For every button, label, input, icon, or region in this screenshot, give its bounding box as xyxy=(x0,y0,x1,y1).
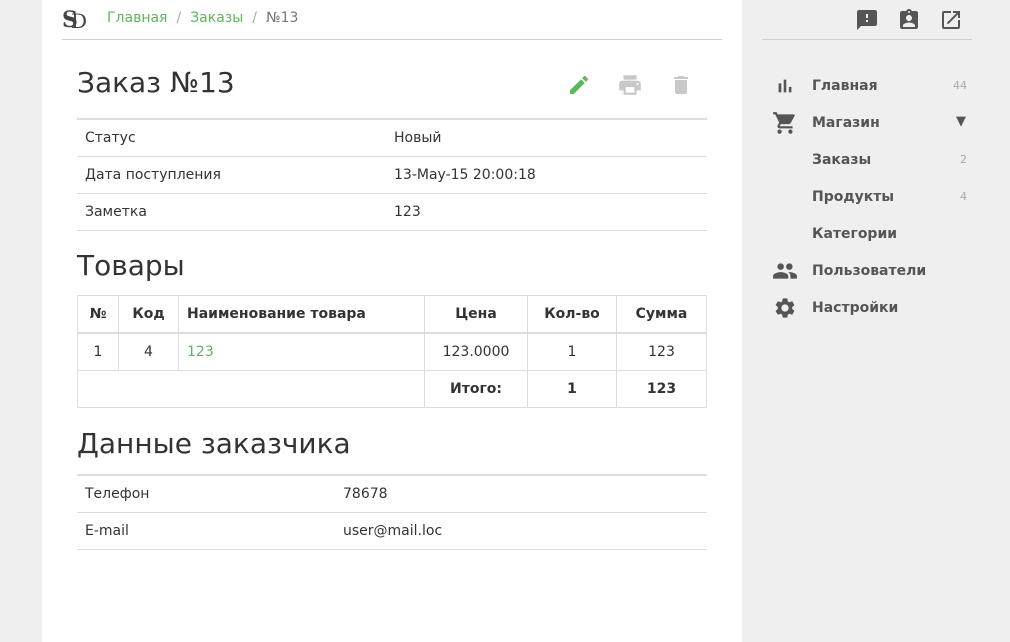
cell-code: 4 xyxy=(118,332,179,371)
cell-qty: 1 xyxy=(527,332,617,371)
sidebar-item-shop[interactable]: Магазин ▼ xyxy=(742,104,1010,141)
contact-card-icon[interactable] xyxy=(896,7,922,33)
goods-table: № Код Наименование товара Цена Кол-во Су… xyxy=(77,295,707,408)
column-header-sum: Сумма xyxy=(616,295,707,334)
note-label: Заметка xyxy=(77,193,386,231)
printer-icon[interactable] xyxy=(615,70,645,100)
sidebar-item-categories[interactable]: Категории xyxy=(742,215,1010,252)
sidebar-item-label: Заказы xyxy=(812,152,872,168)
sidebar-item-products[interactable]: Продукты 4 xyxy=(742,178,1010,215)
table-header-row: № Код Наименование товара Цена Кол-во Су… xyxy=(77,295,707,334)
column-header-qty: Кол-во xyxy=(527,295,617,334)
sidebar-item-label: Категории xyxy=(812,226,898,242)
table-row: Статус Новый xyxy=(77,119,707,157)
date-value: 13-May-15 20:00:18 xyxy=(386,156,707,194)
users-icon xyxy=(772,258,798,284)
sidebar-item-users[interactable]: Пользователи xyxy=(742,252,1010,289)
customer-info-table: Телефон 78678 E-mail user@mail.loc xyxy=(77,474,707,550)
main-content: S D Главная / Заказы / №13 Заказ №13 Статус … xyxy=(42,0,742,642)
column-header-number: № xyxy=(77,295,119,334)
phone-value: 78678 xyxy=(335,475,707,513)
table-row: Дата поступления 13-May-15 20:00:18 xyxy=(77,156,707,194)
status-label: Статус xyxy=(77,119,386,157)
feedback-icon[interactable] xyxy=(854,7,880,33)
bar-chart-icon xyxy=(772,73,798,99)
total-row: Итого: 1 123 xyxy=(77,370,707,408)
top-bar: S D Главная / Заказы / №13 xyxy=(62,0,722,40)
sidebar-item-count: 2 xyxy=(960,153,967,166)
sidebar-item-home[interactable]: Главная 44 xyxy=(742,67,1010,104)
page-title: Заказ №13 xyxy=(77,66,235,99)
email-label: E-mail xyxy=(77,512,335,550)
email-value: user@mail.loc xyxy=(335,512,707,550)
goods-heading: Товары xyxy=(77,249,185,282)
status-value: Новый xyxy=(386,119,707,157)
phone-label: Телефон xyxy=(77,475,335,513)
total-label: Итого: xyxy=(424,370,528,408)
table-row: Телефон 78678 xyxy=(77,475,707,513)
trash-icon[interactable] xyxy=(666,70,696,100)
total-qty: 1 xyxy=(527,370,617,408)
breadcrumb-home-link[interactable]: Главная xyxy=(107,10,167,26)
gear-icon xyxy=(772,295,798,321)
pencil-icon[interactable] xyxy=(564,70,594,100)
customer-heading: Данные заказчика xyxy=(77,427,351,460)
sidebar-item-settings[interactable]: Настройки xyxy=(742,289,1010,326)
cell-name: 123 xyxy=(178,332,425,371)
table-row: E-mail user@mail.loc xyxy=(77,512,707,550)
sidebar-item-count: 4 xyxy=(960,190,967,203)
sidebar-top-bar xyxy=(762,0,972,40)
sidebar-item-label: Пользователи xyxy=(812,263,927,279)
column-header-name: Наименование товара xyxy=(178,295,425,334)
breadcrumb-separator: / xyxy=(252,10,258,26)
order-info-table: Статус Новый Дата поступления 13-May-15 … xyxy=(77,118,707,231)
open-external-icon[interactable] xyxy=(938,7,964,33)
cell-sum: 123 xyxy=(616,332,707,371)
sidebar: Главная 44 Магазин ▼ Заказы 2 Продукты 4… xyxy=(742,0,1010,642)
date-label: Дата поступления xyxy=(77,156,386,194)
sidebar-nav: Главная 44 Магазин ▼ Заказы 2 Продукты 4… xyxy=(742,67,1010,326)
note-value: 123 xyxy=(386,193,707,231)
breadcrumb-separator: / xyxy=(176,10,182,26)
cell-number: 1 xyxy=(77,332,119,371)
logo-icon[interactable]: S D xyxy=(62,6,88,33)
sidebar-item-label: Магазин xyxy=(812,115,880,131)
cart-icon xyxy=(772,110,798,136)
breadcrumb-orders-link[interactable]: Заказы xyxy=(190,10,243,26)
chevron-down-icon: ▼ xyxy=(956,114,966,129)
total-sum: 123 xyxy=(616,370,707,408)
sidebar-item-orders[interactable]: Заказы 2 xyxy=(742,141,1010,178)
svg-text:D: D xyxy=(71,9,87,32)
product-link[interactable]: 123 xyxy=(187,344,214,360)
breadcrumb-current: №13 xyxy=(266,10,299,26)
cell-price: 123.0000 xyxy=(424,332,528,371)
sidebar-item-label: Продукты xyxy=(812,189,895,205)
sidebar-item-label: Главная xyxy=(812,78,878,94)
sidebar-item-label: Настройки xyxy=(812,300,899,316)
table-row: 1 4 123 123.0000 1 123 xyxy=(77,332,707,371)
table-row: Заметка 123 xyxy=(77,193,707,231)
sidebar-item-count: 44 xyxy=(953,79,967,92)
column-header-price: Цена xyxy=(424,295,528,334)
total-empty-cell xyxy=(77,370,425,408)
breadcrumb: Главная / Заказы / №13 xyxy=(107,10,298,26)
column-header-code: Код xyxy=(118,295,179,334)
